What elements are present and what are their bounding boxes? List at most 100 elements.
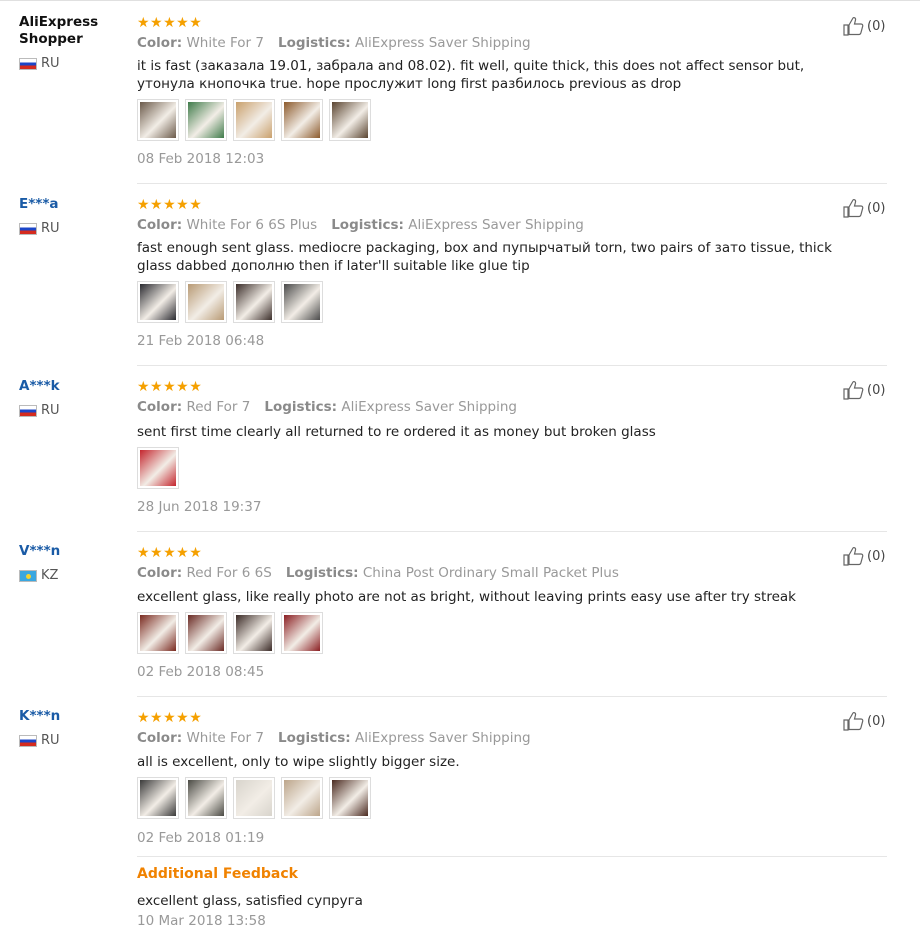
country-flag-icon: [19, 569, 37, 582]
review-date: 28 Jun 2018 19:37: [137, 499, 262, 515]
review-photos: [137, 777, 371, 819]
color-value: Red For 6 6S: [186, 565, 272, 581]
country-flag-icon: [19, 404, 37, 417]
review-photo-thumbnail[interactable]: [185, 612, 227, 654]
helpful-count: (0): [867, 548, 886, 564]
country-code: RU: [41, 733, 60, 748]
review-text: all is excellent, only to wipe slightly …: [137, 754, 460, 770]
additional-feedback-text: excellent glass, satisfied супруга: [137, 893, 363, 909]
review-photo-thumbnail[interactable]: [281, 777, 323, 819]
order-info: Color: White For 7 Logistics: AliExpress …: [137, 35, 531, 51]
review-photo-thumbnail[interactable]: [137, 612, 179, 654]
review-divider: [137, 696, 887, 697]
country-code: RU: [41, 221, 60, 236]
color-label: Color:: [137, 399, 183, 415]
logistics-label: Logistics:: [264, 399, 338, 415]
review-text: it is fast (заказала 19.01, забрала and …: [137, 58, 805, 92]
reviewer-name: AliExpress Shopper: [19, 14, 99, 47]
helpful-button[interactable]: (0): [843, 546, 885, 566]
helpful-count: (0): [867, 200, 886, 216]
helpful-button[interactable]: (0): [843, 198, 885, 218]
logistics-label: Logistics:: [285, 565, 359, 581]
order-info: Color: Red For 6 6S Logistics: China Post…: [137, 565, 619, 581]
color-value: White For 6 6S Plus: [186, 217, 318, 233]
rating-stars: ★★★★★: [137, 15, 203, 31]
color-label: Color:: [137, 565, 183, 581]
country-code: KZ: [41, 568, 59, 583]
review-photo-thumbnail[interactable]: [281, 612, 323, 654]
review-divider: [137, 365, 887, 366]
color-label: Color:: [137, 730, 183, 746]
logistics-value: AliExpress Saver Shipping: [341, 399, 518, 415]
thumbs-up-icon: [843, 712, 864, 731]
review-photos: [137, 281, 323, 323]
reviewer-country: RU: [19, 733, 60, 748]
additional-feedback-divider: [137, 856, 887, 857]
order-info: Color: Red For 7 Logistics: AliExpress Sa…: [137, 399, 517, 415]
review-text: fast enough sent glass. mediocre packagi…: [137, 240, 832, 274]
review-photo-thumbnail[interactable]: [329, 777, 371, 819]
review-photo-thumbnail[interactable]: [233, 777, 275, 819]
thumbs-up-icon: [843, 381, 864, 400]
review-photo-thumbnail[interactable]: [233, 612, 275, 654]
color-label: Color:: [137, 35, 183, 51]
order-info: Color: White For 7 Logistics: AliExpress …: [137, 730, 531, 746]
review-photo-thumbnail[interactable]: [185, 777, 227, 819]
country-flag-icon: [19, 57, 37, 70]
helpful-button[interactable]: (0): [843, 380, 885, 400]
color-value: Red For 7: [186, 399, 251, 415]
review-photo-thumbnail[interactable]: [281, 99, 323, 141]
reviewer-country: RU: [19, 403, 60, 418]
top-divider: [0, 0, 920, 1]
review-text: sent first time clearly all returned to …: [137, 424, 656, 440]
logistics-value: China Post Ordinary Small Packet Plus: [362, 565, 619, 581]
review-photo-thumbnail[interactable]: [137, 447, 179, 489]
helpful-button[interactable]: (0): [843, 16, 885, 36]
rating-stars: ★★★★★: [137, 545, 203, 561]
review-date: 02 Feb 2018 08:45: [137, 664, 265, 680]
logistics-value: AliExpress Saver Shipping: [355, 730, 531, 746]
logistics-label: Logistics:: [277, 730, 351, 746]
additional-feedback-date: 10 Mar 2018 13:58: [137, 913, 266, 929]
logistics-label: Logistics:: [331, 217, 404, 233]
review-date: 21 Feb 2018 06:48: [137, 333, 265, 349]
helpful-count: (0): [867, 382, 886, 398]
review-photo-thumbnail[interactable]: [233, 281, 275, 323]
helpful-button[interactable]: (0): [843, 711, 885, 731]
thumbs-up-icon: [843, 199, 864, 218]
reviewer-name[interactable]: A***k: [19, 378, 129, 395]
review-photo-thumbnail[interactable]: [185, 281, 227, 323]
helpful-count: (0): [867, 713, 886, 729]
country-code: RU: [41, 403, 60, 418]
reviewer-country: RU: [19, 56, 60, 71]
logistics-value: AliExpress Saver Shipping: [408, 217, 584, 233]
country-flag-icon: [19, 734, 37, 747]
country-code: RU: [41, 56, 60, 71]
country-flag-icon: [19, 222, 37, 235]
logistics-label: Logistics:: [277, 35, 351, 51]
review-photo-thumbnail[interactable]: [137, 99, 179, 141]
review-photo-thumbnail[interactable]: [185, 99, 227, 141]
additional-feedback-title: Additional Feedback: [137, 866, 298, 882]
reviewer-country: KZ: [19, 568, 58, 583]
review-photo-thumbnail[interactable]: [281, 281, 323, 323]
review-photo-thumbnail[interactable]: [233, 99, 275, 141]
reviewer-name[interactable]: K***n: [19, 708, 129, 725]
reviewer-name[interactable]: E***a: [19, 196, 129, 213]
thumbs-up-icon: [843, 547, 864, 566]
review-divider: [137, 531, 887, 532]
review-date: 02 Feb 2018 01:19: [137, 830, 265, 846]
review-photos: [137, 612, 323, 654]
review-photo-thumbnail[interactable]: [329, 99, 371, 141]
rating-stars: ★★★★★: [137, 710, 203, 726]
helpful-count: (0): [867, 18, 886, 34]
reviewer-name[interactable]: V***n: [19, 543, 129, 560]
reviewer-country: RU: [19, 221, 60, 236]
review-photo-thumbnail[interactable]: [137, 777, 179, 819]
color-value: White For 7: [186, 35, 264, 51]
review-text: excellent glass, like really photo are n…: [137, 589, 796, 605]
rating-stars: ★★★★★: [137, 197, 203, 213]
review-photo-thumbnail[interactable]: [137, 281, 179, 323]
review-photos: [137, 447, 179, 489]
review-date: 08 Feb 2018 12:03: [137, 151, 265, 167]
